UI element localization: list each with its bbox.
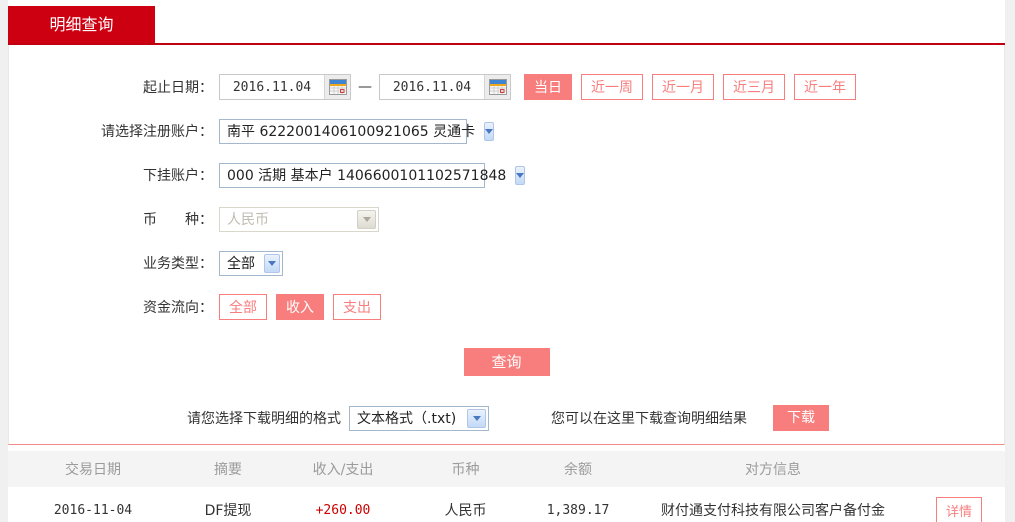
download-format-label: 请您选择下载明细的格式 <box>187 411 341 427</box>
chevron-down-icon[interactable] <box>467 408 486 428</box>
registered-account-row: 请选择注册账户： 南平 6222001406100921065 灵通卡 <box>9 118 1004 144</box>
query-button-row: 查询 <box>9 348 1004 376</box>
quick-range-quarter-button[interactable]: 近三月 <box>723 74 785 100</box>
registered-account-select[interactable]: 南平 6222001406100921065 灵通卡 <box>219 118 495 144</box>
date-range-row: 起止日期： 2016.11.04 — 2016.11.04 当日 近一周 近一月… <box>9 74 1004 100</box>
chevron-down-icon <box>357 209 376 229</box>
cell-counterparty: 财付通支付科技有限公司客户备付金 <box>661 503 885 519</box>
registered-account-label: 请选择注册账户： <box>101 124 213 140</box>
sub-account-row: 下挂账户： 000 活期 基本户 1406600101102571848 <box>9 162 1004 188</box>
quick-range-today-button[interactable]: 当日 <box>524 74 572 100</box>
sub-account-label: 下挂账户： <box>143 168 213 184</box>
chevron-down-icon[interactable] <box>515 165 526 185</box>
header-income-expense: 收入/支出 <box>312 462 374 478</box>
currency-value: 人民币 <box>227 212 269 228</box>
currency-row: 币 种： 人民币 <box>9 206 1004 232</box>
header-balance: 余额 <box>564 462 592 478</box>
flow-all-button[interactable]: 全部 <box>219 294 267 320</box>
fund-flow-row: 资金流向： 全部 收入 支出 <box>9 294 1004 320</box>
business-type-select[interactable]: 全部 <box>219 250 283 276</box>
business-type-label: 业务类型： <box>143 256 213 272</box>
tab-detail-query[interactable]: 明细查询 <box>8 6 155 43</box>
sub-account-select[interactable]: 000 活期 基本户 1406600101102571848 <box>219 162 526 188</box>
quick-range-month-button[interactable]: 近一月 <box>652 74 714 100</box>
start-date-input[interactable]: 2016.11.04 <box>219 74 351 100</box>
end-date-input[interactable]: 2016.11.04 <box>379 74 511 100</box>
calendar-icon[interactable] <box>484 75 510 99</box>
quick-range-week-button[interactable]: 近一周 <box>581 74 643 100</box>
calendar-icon[interactable] <box>324 75 350 99</box>
query-button[interactable]: 查询 <box>463 348 550 376</box>
tab-bar: 明细查询 <box>8 0 1005 45</box>
business-type-row: 业务类型： 全部 <box>9 250 1004 276</box>
registered-account-value: 南平 6222001406100921065 灵通卡 <box>227 124 476 140</box>
sub-account-value: 000 活期 基本户 1406600101102571848 <box>227 168 507 184</box>
header-trade-date: 交易日期 <box>65 462 121 478</box>
fund-flow-label: 资金流向： <box>143 300 213 316</box>
download-format-select[interactable]: 文本格式（.txt) <box>349 405 489 431</box>
header-counterparty: 对方信息 <box>745 462 801 478</box>
table-header-row: 交易日期 摘要 收入/支出 币种 余额 对方信息 <box>8 451 1005 487</box>
content-container: 明细查询 起止日期： 2016.11.04 — 2016.11.04 当日 近一… <box>8 0 1005 522</box>
cell-summary: DF提现 <box>204 503 252 519</box>
query-form-panel: 起止日期： 2016.11.04 — 2016.11.04 当日 近一周 近一月… <box>8 45 1005 445</box>
currency-label: 币 种： <box>143 212 213 228</box>
results-table: 交易日期 摘要 收入/支出 币种 余额 对方信息 2016-11-04 DF提现… <box>8 451 1005 522</box>
quick-range-year-button[interactable]: 近一年 <box>794 74 856 100</box>
header-summary: 摘要 <box>214 462 242 478</box>
cell-actions: 详情 <box>913 496 1005 522</box>
cell-trade-date: 2016-11-04 <box>53 502 133 518</box>
cell-amount: +260.00 <box>315 502 371 518</box>
flow-expense-button[interactable]: 支出 <box>333 294 381 320</box>
chevron-down-icon[interactable] <box>484 121 495 141</box>
chevron-down-icon[interactable] <box>264 253 280 273</box>
cell-currency: 人民币 <box>444 503 487 519</box>
date-separator: — <box>358 79 372 95</box>
date-range-label: 起止日期： <box>143 80 213 96</box>
flow-income-button[interactable]: 收入 <box>276 294 324 320</box>
start-date-value: 2016.11.04 <box>232 79 312 95</box>
download-format-value: 文本格式（.txt) <box>357 411 457 427</box>
download-result-label: 您可以在这里下载查询明细结果 <box>551 411 747 427</box>
end-date-value: 2016.11.04 <box>392 79 472 95</box>
download-button[interactable]: 下载 <box>773 405 829 431</box>
business-type-value: 全部 <box>227 256 255 272</box>
download-row: 请您选择下载明细的格式 文本格式（.txt) 您可以在这里下载查询明细结果 下载 <box>9 404 1004 432</box>
currency-select: 人民币 <box>219 206 379 232</box>
detail-button[interactable]: 详情 <box>935 496 982 522</box>
table-row: 2016-11-04 DF提现 +260.00 人民币 1,389.17 财付通… <box>8 487 1005 522</box>
cell-balance: 1,389.17 <box>546 502 610 518</box>
header-currency: 币种 <box>451 462 480 478</box>
